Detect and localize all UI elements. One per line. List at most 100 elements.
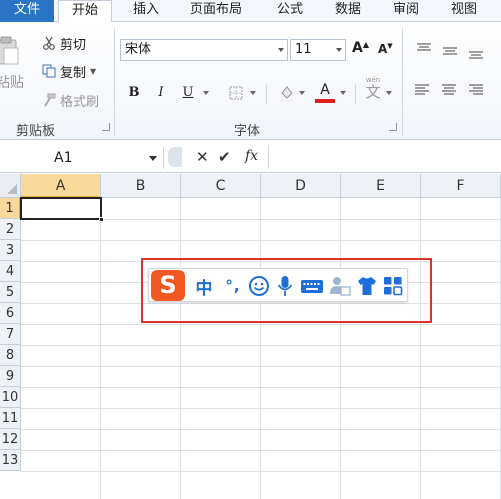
gridline <box>420 198 421 499</box>
copy-label: 复制 <box>60 65 87 81</box>
shrink-font-button[interactable]: A▼ <box>378 42 393 56</box>
grow-font-button[interactable]: A▲ <box>352 40 369 56</box>
grid-apps-icon[interactable] <box>383 275 403 297</box>
fill-handle[interactable] <box>99 217 104 222</box>
microphone-icon[interactable] <box>275 275 295 297</box>
separator <box>266 84 267 104</box>
insert-function-button[interactable]: fx <box>245 148 258 164</box>
chevron-down-icon: ▼ <box>90 66 97 76</box>
clipboard-group-label: 剪贴板 <box>16 124 56 139</box>
tab-page-layout[interactable]: 页面布局 <box>184 0 248 22</box>
font-size-select[interactable]: 11 <box>290 39 346 61</box>
formula-input[interactable] <box>268 145 501 169</box>
chevron-down-icon <box>336 48 342 52</box>
ribbon-tabs: 文件 开始 插入 页面布局 公式 数据 审阅 视图 <box>0 0 501 23</box>
column-header[interactable]: B <box>101 174 181 198</box>
fill-color-icon[interactable] <box>278 84 296 102</box>
emoji-icon[interactable] <box>248 275 270 297</box>
ime-toolbar[interactable]: S 中 °, <box>148 268 408 302</box>
clipboard-launcher-icon[interactable] <box>102 123 110 131</box>
borders-icon[interactable] <box>229 86 243 100</box>
font-launcher-icon[interactable] <box>389 123 397 131</box>
tab-formulas[interactable]: 公式 <box>270 0 310 22</box>
format-painter-button[interactable]: 格式刷 <box>42 91 99 110</box>
punctuation-toggle[interactable]: °, <box>221 275 245 297</box>
sogou-logo-icon[interactable]: S <box>151 270 185 301</box>
paintbrush-icon <box>44 93 56 107</box>
chevron-down-icon <box>149 156 157 161</box>
row-header[interactable]: 3 <box>0 240 21 261</box>
user-card-icon[interactable] <box>329 275 351 297</box>
align-bottom-icon[interactable] <box>468 48 484 60</box>
cancel-button[interactable]: ✕ <box>196 148 209 166</box>
font-color-button[interactable]: A <box>315 82 335 106</box>
italic-button[interactable]: I <box>151 82 171 104</box>
worksheet-grid[interactable]: A B C D E F 1 2 3 4 5 6 7 8 9 10 11 12 1… <box>0 174 501 499</box>
align-right-icon[interactable] <box>468 84 484 96</box>
gridline <box>21 429 501 430</box>
name-box[interactable]: A1 <box>0 147 164 169</box>
copy-button[interactable]: 复制 ▼ <box>42 62 97 81</box>
keyboard-icon[interactable] <box>300 275 324 297</box>
caret-down-icon: ▼ <box>387 42 393 50</box>
formula-bar-grip[interactable] <box>168 147 182 167</box>
row-header[interactable]: 1 <box>0 198 21 219</box>
caret-up-icon: ▲ <box>362 40 369 49</box>
gridline <box>21 240 501 241</box>
ribbon-home: 粘贴 剪切 复制 ▼ 格式刷 剪贴板 宋体 11 A▲ A▼ B I U A w… <box>0 22 501 140</box>
chevron-down-icon[interactable] <box>386 91 392 95</box>
gridline <box>21 345 501 346</box>
grow-font-label: A <box>352 40 363 56</box>
row-header[interactable]: 8 <box>0 345 21 366</box>
row-header[interactable]: 11 <box>0 408 21 429</box>
row-header[interactable]: 4 <box>0 261 21 282</box>
formula-bar: A1 ✕ ✔ fx <box>0 141 501 173</box>
select-all-button[interactable] <box>0 174 21 198</box>
font-color-swatch <box>315 99 335 103</box>
row-header[interactable]: 10 <box>0 387 21 408</box>
tab-file[interactable]: 文件 <box>0 0 54 22</box>
tshirt-icon[interactable] <box>356 275 378 297</box>
font-name-select[interactable]: 宋体 <box>120 39 288 61</box>
tab-review[interactable]: 审阅 <box>386 0 426 22</box>
chevron-down-icon[interactable] <box>340 91 346 95</box>
row-header[interactable]: 2 <box>0 219 21 240</box>
bold-button[interactable]: B <box>124 82 144 104</box>
row-header[interactable]: 5 <box>0 282 21 303</box>
gridline <box>21 324 501 325</box>
row-header[interactable]: 9 <box>0 366 21 387</box>
row-header[interactable]: 6 <box>0 303 21 324</box>
row-header[interactable]: 7 <box>0 324 21 345</box>
column-header[interactable]: A <box>21 174 101 198</box>
cut-button[interactable]: 剪切 <box>42 34 86 53</box>
gridline <box>340 198 341 499</box>
align-top-icon[interactable] <box>416 43 432 55</box>
column-header[interactable]: D <box>261 174 341 198</box>
column-header[interactable]: F <box>421 174 501 198</box>
chevron-down-icon[interactable] <box>299 91 305 95</box>
tab-home[interactable]: 开始 <box>58 0 112 23</box>
tab-data[interactable]: 数据 <box>328 0 368 22</box>
enter-button[interactable]: ✔ <box>218 148 231 166</box>
ime-mode-toggle[interactable]: 中 <box>193 275 215 299</box>
gridline <box>260 198 261 499</box>
row-header[interactable]: 12 <box>0 429 21 450</box>
underline-button[interactable]: U <box>178 82 198 104</box>
active-cell-a1[interactable] <box>20 197 104 222</box>
align-left-icon[interactable] <box>414 84 430 96</box>
chevron-down-icon[interactable] <box>250 91 256 95</box>
paste-icon <box>0 36 19 65</box>
column-header[interactable]: C <box>181 174 261 198</box>
column-header[interactable]: E <box>341 174 421 198</box>
gridline <box>21 450 501 451</box>
chevron-down-icon[interactable] <box>203 91 209 95</box>
tab-view[interactable]: 视图 <box>444 0 484 22</box>
gridline <box>21 408 501 409</box>
tab-insert[interactable]: 插入 <box>126 0 166 22</box>
align-middle-icon[interactable] <box>442 46 458 58</box>
align-center-icon[interactable] <box>441 84 457 96</box>
phonetic-guide-button[interactable]: wén 文 <box>362 76 384 100</box>
paste-label: 粘贴 <box>0 75 24 91</box>
group-divider <box>402 28 403 136</box>
row-header[interactable]: 13 <box>0 450 21 471</box>
